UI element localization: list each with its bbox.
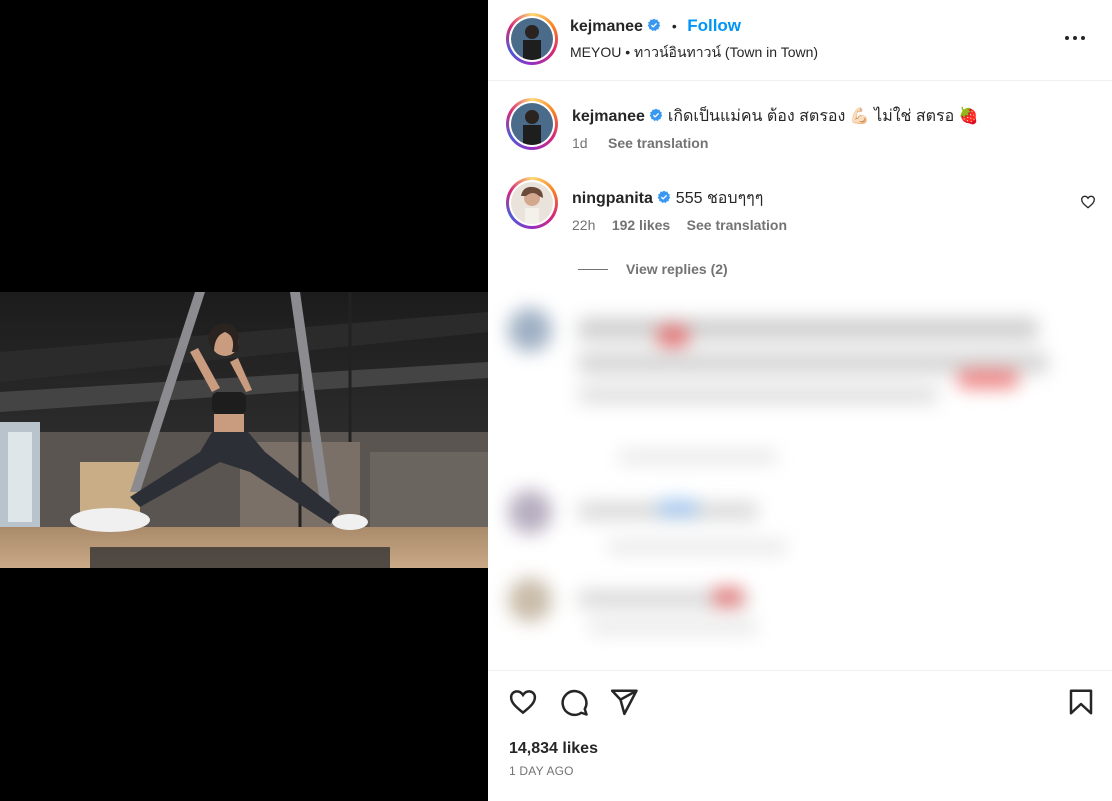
comment-username[interactable]: ningpanita: [572, 190, 653, 207]
author-username[interactable]: kejmanee: [570, 18, 643, 35]
comment-meta: 22h 192 likes See translation: [572, 217, 787, 235]
caption-time[interactable]: 1d: [572, 135, 588, 151]
view-replies-label: View replies (2): [626, 261, 728, 277]
media-pane: [0, 0, 488, 801]
blurred-comments: [488, 290, 1112, 670]
caption-avatar[interactable]: [506, 98, 558, 150]
post-header: kejmanee • Follow MEYOU • ทาวน์อินทาวน์ …: [488, 0, 1112, 81]
verified-badge-icon: [658, 190, 671, 204]
comment-like-heart-icon[interactable]: [1080, 194, 1096, 210]
view-replies-button[interactable]: View replies (2): [578, 261, 728, 277]
comment-see-translation[interactable]: See translation: [687, 217, 787, 233]
more-options-icon[interactable]: [1064, 28, 1086, 48]
share-icon[interactable]: [609, 687, 639, 717]
caption-username[interactable]: kejmanee: [572, 108, 645, 125]
caption-line: kejmanee เกิดเป็นแม่คน ต้อง สตรอง 💪🏻 ไม่…: [572, 104, 979, 129]
separator-dot: •: [671, 18, 677, 34]
action-bar: 14,834 likes 1 DAY AGO: [488, 670, 1112, 801]
post-location[interactable]: MEYOU • ทาวน์อินทาวน์ (Town in Town): [570, 42, 818, 64]
bookmark-icon[interactable]: [1066, 687, 1096, 717]
likes-count[interactable]: 14,834 likes: [509, 740, 598, 758]
follow-button[interactable]: Follow: [687, 16, 741, 35]
caption-text: เกิดเป็นแม่คน ต้อง สตรอง 💪🏻 ไม่ใช่ สตรอ …: [667, 108, 979, 125]
comment-text: 555 ชอบๆๆๆ: [675, 190, 764, 207]
heart-icon[interactable]: [508, 687, 538, 717]
verified-badge-icon: [650, 108, 663, 122]
author-avatar[interactable]: [506, 13, 558, 65]
post-photo[interactable]: [0, 292, 488, 568]
comment-avatar[interactable]: [506, 177, 558, 229]
comment-icon[interactable]: [559, 687, 589, 717]
replies-divider: [578, 268, 608, 270]
comment-line: ningpanita 555 ชอบๆๆๆ: [572, 186, 763, 211]
caption-see-translation[interactable]: See translation: [608, 135, 708, 151]
verified-badge-icon: [648, 18, 661, 32]
comment-time[interactable]: 22h: [572, 217, 595, 233]
caption-meta: 1d See translation: [572, 135, 708, 153]
post-details-pane: kejmanee • Follow MEYOU • ทาวน์อินทาวน์ …: [488, 0, 1112, 801]
post-date[interactable]: 1 DAY AGO: [509, 764, 574, 778]
comment-likes[interactable]: 192 likes: [612, 217, 670, 233]
